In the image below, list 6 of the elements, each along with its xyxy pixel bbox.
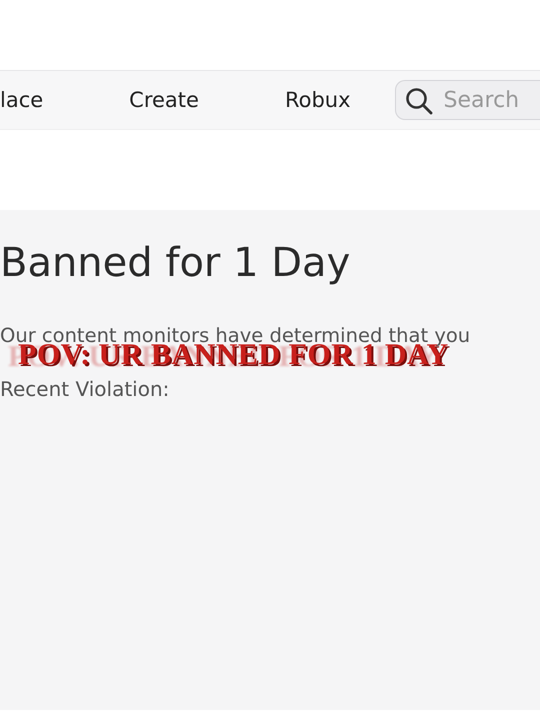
nav-link[interactable]: Robux — [284, 88, 351, 112]
search-field[interactable]: Search — [394, 80, 540, 120]
ban-title: Banned for 1 Day — [0, 240, 352, 286]
violation-label: Recent Violation: — [0, 377, 170, 401]
nav-link[interactable]: lace — [0, 88, 44, 112]
nav-link[interactable]: Create — [129, 88, 199, 112]
